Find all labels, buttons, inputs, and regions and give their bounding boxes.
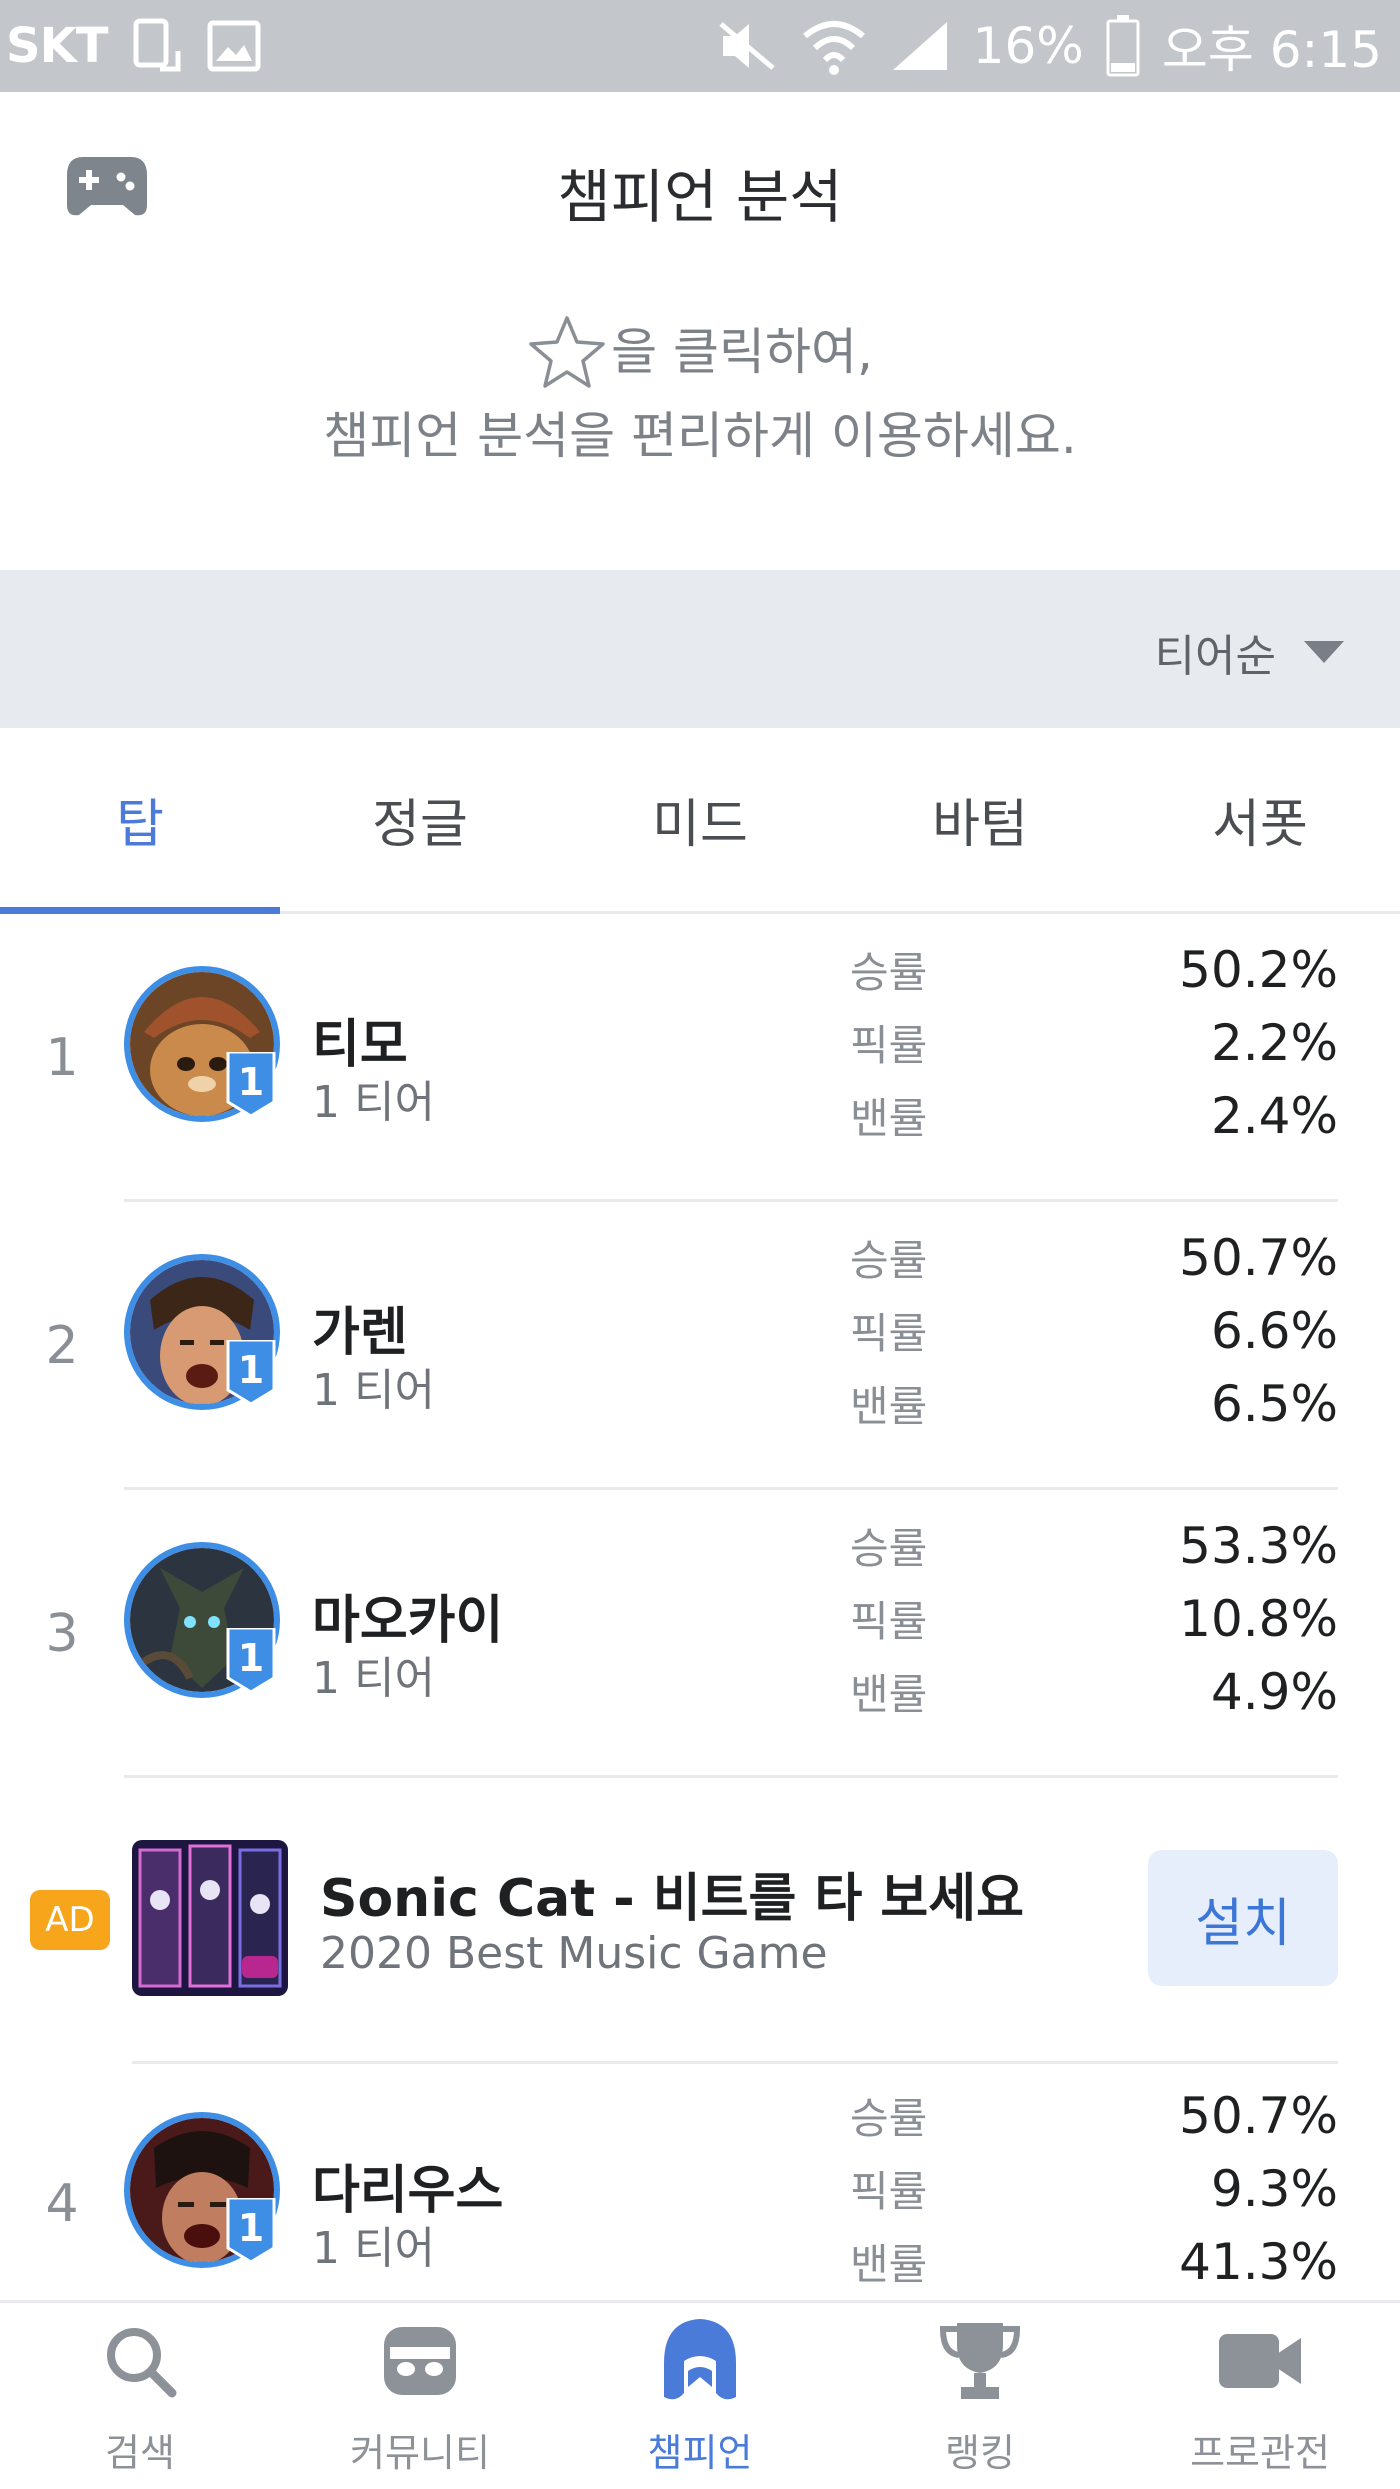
bottom-nav: 검색 커뮤니티 챔피언 랭킹 프로관전 (0, 2300, 1400, 2489)
ad-badge: AD (30, 1890, 110, 1950)
header: 챔피언 분석 (0, 92, 1400, 282)
champion-rank: 1 (45, 1028, 79, 1088)
sort-dropdown[interactable]: 티어순 (1155, 620, 1344, 684)
nav-ranking-label: 랭킹 (945, 2430, 1015, 2475)
ad-subtitle: 2020 Best Music Game (320, 1928, 828, 1979)
champion-row[interactable]: 2 1 가렌 1 티어 승률 픽률 밴률 50.7% 6.6% 6.5% (0, 1202, 1400, 1490)
status-bar: SKT 16% 오후 6:15 (0, 0, 1400, 92)
search-icon (95, 2316, 185, 2406)
mute-icon (717, 18, 779, 74)
ban-rate-label: 밴률 (850, 1382, 928, 1431)
community-icon (375, 2316, 465, 2406)
win-rate-value: 53.3% (1179, 1517, 1338, 1575)
ban-rate-value: 6.5% (1210, 1375, 1338, 1433)
stat-values: 50.7% 6.6% 6.5% (1179, 1222, 1338, 1441)
gallery-icon (206, 19, 262, 73)
champion-rank: 2 (45, 1316, 79, 1376)
screen-rotate-icon (130, 17, 184, 75)
signal-icon (889, 18, 951, 74)
tab-support[interactable]: 서폿 (1120, 728, 1400, 911)
pick-rate-value: 2.2% (1210, 1014, 1338, 1072)
stat-labels: 승률 픽률 밴률 (850, 1512, 927, 1731)
hint-line-2: 챔피언 분석을 편리하게 이용하세요. (323, 407, 1077, 465)
tier-badge: 1 (224, 1338, 278, 1406)
win-rate-value: 50.7% (1179, 2087, 1338, 2145)
win-rate-label: 승률 (850, 2094, 928, 2143)
stat-values: 50.2% 2.2% 2.4% (1179, 934, 1338, 1153)
tab-top[interactable]: 탑 (0, 728, 280, 914)
favorite-hint: 을 클릭하여, 챔피언 분석을 편리하게 이용하세요. (0, 310, 1400, 478)
nav-search[interactable]: 검색 (0, 2303, 280, 2489)
tier-badge-number: 1 (237, 1060, 265, 1104)
tier-badge-number: 1 (237, 2206, 265, 2250)
trophy-icon (935, 2316, 1025, 2406)
ban-rate-value: 2.4% (1210, 1087, 1338, 1145)
sort-bar: 티어순 (0, 570, 1400, 728)
position-tabs: 탑 정글 미드 바텀 서폿 (0, 728, 1400, 914)
nav-community[interactable]: 커뮤니티 (280, 2303, 560, 2489)
star-outline-icon (529, 316, 605, 388)
champion-row[interactable]: 3 1 마오카이 1 티어 승률 픽률 밴률 53.3% 10.8% 4.9% (0, 1490, 1400, 1778)
win-rate-label: 승률 (850, 948, 928, 997)
caret-down-icon (1304, 641, 1344, 663)
tier-badge: 1 (224, 2196, 278, 2264)
screen: SKT 16% 오후 6:15 챔피언 분석 을 클릭하여, 챔피언 분석을 편… (0, 0, 1400, 2489)
nav-champion[interactable]: 챔피언 (560, 2303, 840, 2489)
ban-rate-label: 밴률 (850, 1670, 928, 1719)
nav-champion-label: 챔피언 (647, 2430, 753, 2475)
champion-rank: 3 (45, 1604, 79, 1664)
nav-community-label: 커뮤니티 (350, 2430, 490, 2475)
nav-ranking[interactable]: 랭킹 (840, 2303, 1120, 2489)
tier-badge: 1 (224, 1626, 278, 1694)
nav-pro-viewing-label: 프로관전 (1190, 2430, 1330, 2475)
champion-row[interactable]: 1 1 티모 1 티어 승률 픽률 밴률 50.2% 2.2% 2.4% (0, 914, 1400, 1202)
pick-rate-label: 픽률 (850, 2167, 928, 2216)
pick-rate-value: 6.6% (1210, 1302, 1338, 1360)
champion-tier: 1 티어 (312, 1365, 435, 1416)
ad-title: Sonic Cat - 비트를 타 보세요 (320, 1869, 1024, 1929)
nav-search-label: 검색 (105, 2430, 175, 2475)
pick-rate-label: 픽률 (850, 1309, 928, 1358)
tab-mid[interactable]: 미드 (560, 728, 840, 911)
win-rate-value: 50.2% (1179, 941, 1338, 999)
stat-labels: 승률 픽률 밴률 (850, 936, 927, 1155)
win-rate-label: 승률 (850, 1524, 928, 1573)
stat-values: 50.7% 9.3% 41.3% (1179, 2080, 1338, 2299)
pick-rate-label: 픽률 (850, 1597, 928, 1646)
pick-rate-value: 10.8% (1179, 1590, 1338, 1648)
stat-labels: 승률 픽률 밴률 (850, 1224, 927, 1443)
champion-tier: 1 티어 (312, 1653, 435, 1704)
pick-rate-label: 픽률 (850, 1021, 928, 1070)
win-rate-label: 승률 (850, 1236, 928, 1285)
pick-rate-value: 9.3% (1210, 2160, 1338, 2218)
tier-badge-number: 1 (237, 1636, 265, 1680)
nav-pro-viewing[interactable]: 프로관전 (1120, 2303, 1400, 2489)
battery-percent: 16% (972, 17, 1084, 75)
ad-banner[interactable]: AD Sonic Cat - 비트를 타 보세요 2020 Best Music… (0, 1778, 1400, 2064)
champion-tier: 1 티어 (312, 1077, 435, 1128)
tier-badge-number: 1 (237, 1348, 265, 1392)
tier-badge: 1 (224, 1050, 278, 1118)
clock: 오후 6:15 (1161, 21, 1382, 79)
champion-helmet-icon (655, 2316, 745, 2406)
ban-rate-label: 밴률 (850, 1094, 928, 1143)
tab-jungle[interactable]: 정글 (280, 728, 560, 911)
stat-labels: 승률 픽률 밴률 (850, 2082, 927, 2301)
install-button[interactable]: 설치 (1148, 1850, 1338, 1986)
wifi-icon (801, 16, 867, 76)
carrier-label: SKT (6, 18, 109, 74)
stat-values: 53.3% 10.8% 4.9% (1179, 1510, 1338, 1729)
ban-rate-value: 41.3% (1179, 2233, 1338, 2291)
page-title: 챔피언 분석 (557, 163, 843, 231)
sort-label: 티어순 (1154, 631, 1276, 682)
champion-tier: 1 티어 (312, 2223, 435, 2274)
battery-icon (1106, 15, 1140, 77)
ban-rate-label: 밴률 (850, 2240, 928, 2289)
ban-rate-value: 4.9% (1210, 1663, 1338, 1721)
hint-line-1: 을 클릭하여, (611, 323, 873, 381)
win-rate-value: 50.7% (1179, 1229, 1338, 1287)
ad-thumbnail (132, 1840, 288, 1996)
tab-bottom[interactable]: 바텀 (840, 728, 1120, 911)
video-camera-icon (1215, 2316, 1305, 2406)
